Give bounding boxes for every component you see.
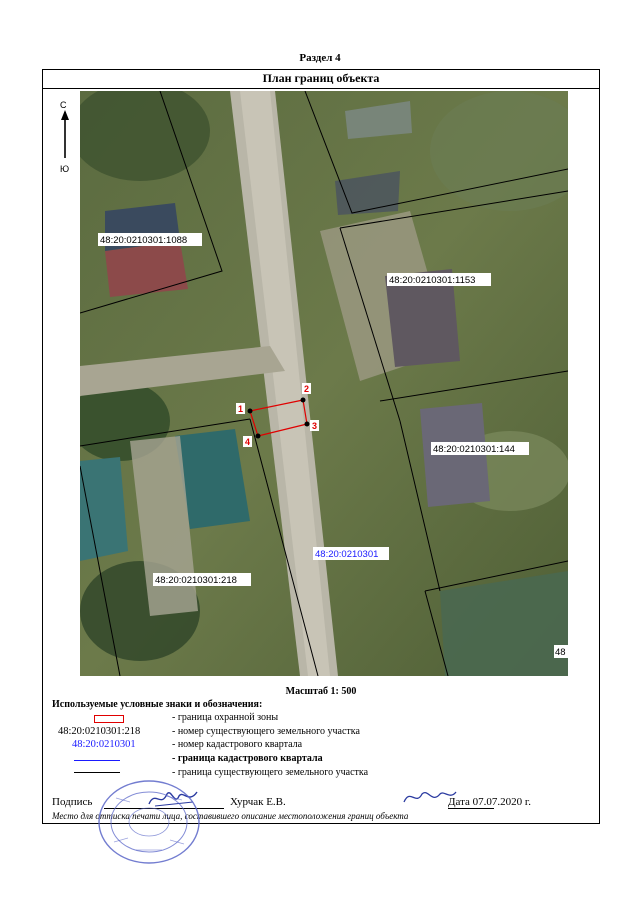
kvartal-label: 48:20:0210301	[313, 547, 389, 560]
north-arrow-icon: С Ю	[60, 100, 69, 174]
legend-desc: - граница кадастрового квартала	[172, 753, 323, 764]
south-label: Ю	[60, 164, 69, 174]
svg-text:48:20:0210301:1153: 48:20:0210301:1153	[389, 275, 475, 286]
point-2-label: 2	[304, 384, 309, 394]
point-1-label: 1	[238, 404, 243, 414]
scale-label: Масштаб 1: 500	[285, 686, 357, 697]
satellite-map: 48:20:0210301:1088 48:20:0210301:1153 48…	[80, 91, 568, 676]
legend-desc: - номер кадастрового квартала	[172, 739, 303, 750]
parcel-label-218: 48:20:0210301:218	[153, 573, 251, 586]
parcel-label-144: 48:20:0210301:144	[431, 442, 529, 455]
legend-desc: - граница существующего земельного участ…	[172, 767, 369, 778]
north-label: С	[60, 100, 67, 110]
kvartal-number-symbol: 48:20:0210301	[72, 739, 136, 750]
signature-date: Дата 07.07.2020 г.	[448, 796, 531, 808]
parcel-number-symbol: 48:20:0210301:218	[58, 726, 141, 737]
parcel-label-1153: 48:20:0210301:1153	[387, 273, 491, 286]
stamp-seal-icon	[98, 780, 200, 864]
parcel-label-48: 48	[554, 645, 568, 658]
legend-desc: - номер существующего земельного участка	[172, 726, 360, 737]
svg-text:48:20:0210301:144: 48:20:0210301:144	[433, 444, 515, 455]
kvartal-border-symbol	[52, 753, 172, 767]
svg-text:48: 48	[555, 647, 566, 658]
legend-title: Используемые условные знаки и обозначени…	[52, 699, 263, 710]
signature-label: Подпись	[52, 796, 93, 808]
svg-text:48:20:0210301:1088: 48:20:0210301:1088	[100, 235, 187, 246]
legend-desc: - граница охранной зоны	[172, 712, 279, 723]
point-3-label: 3	[312, 421, 317, 431]
signer-name: Хурчак Е.В.	[230, 796, 286, 808]
date-line	[448, 808, 494, 809]
svg-text:48:20:0210301: 48:20:0210301	[315, 549, 378, 560]
parcel-label-1088: 48:20:0210301:1088	[98, 233, 202, 246]
zone-symbol	[52, 712, 172, 726]
svg-text:48:20:0210301:218: 48:20:0210301:218	[155, 575, 237, 586]
point-4-label: 4	[245, 437, 250, 447]
plan-title: План границ объекта	[42, 69, 600, 89]
date-signature-scribble-icon	[403, 791, 457, 803]
section-title: Раздел 4	[299, 52, 341, 64]
